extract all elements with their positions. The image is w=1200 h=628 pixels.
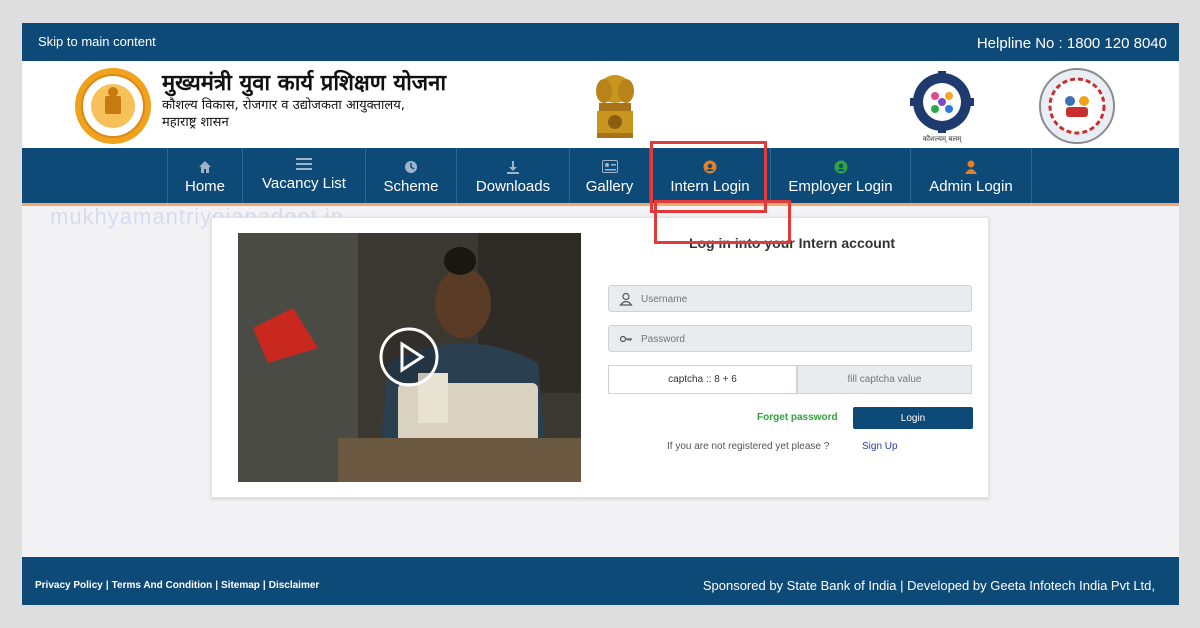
login-card: Log in into your Intern account captcha … xyxy=(211,217,989,498)
footer-separator: | xyxy=(105,580,109,591)
nav-vacancy-list[interactable]: Vacancy List xyxy=(242,148,365,203)
play-icon[interactable] xyxy=(379,327,439,387)
register-prompt: If you are not registered yet please ? xyxy=(667,441,830,452)
footer-links: Privacy Policy | Terms And Condition | Sitem… xyxy=(35,580,319,591)
user-circle-icon xyxy=(834,160,847,174)
national-emblem-logo xyxy=(596,75,634,138)
skill-department-logo xyxy=(1039,68,1115,144)
captcha-input[interactable] xyxy=(797,365,972,394)
nav-downloads-label: Downloads xyxy=(475,178,551,195)
list-icon xyxy=(296,158,312,170)
site-footer: Privacy Policy | Terms And Condition | Sitem… xyxy=(22,557,1179,605)
nav-home[interactable]: Home xyxy=(167,148,242,203)
nav-scheme-label: Scheme xyxy=(383,178,439,195)
nav-vacancy-list-label: Vacancy List xyxy=(262,175,346,192)
nav-home-label: Home xyxy=(184,178,225,195)
user-icon xyxy=(619,292,633,306)
page-frame: Skip to main content Helpline No : 1800 … xyxy=(22,23,1179,605)
skill-logo-caption: कौशल्यम् बलम् xyxy=(922,135,962,143)
terms-link[interactable]: Terms And Condition xyxy=(112,580,213,591)
scheme-icon xyxy=(405,161,417,173)
key-icon xyxy=(619,335,632,343)
department-name: कौशल्य विकास, रोजगार व उद्योजकता आयुक्ता… xyxy=(162,98,405,113)
main-navigation: Home Vacancy List Scheme Downloads Galle… xyxy=(22,148,1179,203)
sign-up-link[interactable]: Sign Up xyxy=(862,441,898,452)
sponsor-credit: Sponsored by State Bank of India | Devel… xyxy=(702,578,1155,593)
captcha-display: captcha :: 8 + 6 xyxy=(608,365,797,394)
footer-separator: | xyxy=(262,580,266,591)
nav-employer-login-label: Employer Login xyxy=(788,178,893,195)
promo-video[interactable] xyxy=(238,233,581,482)
gallery-icon xyxy=(601,160,618,173)
government-name: महाराष्ट्र शासन xyxy=(162,115,229,130)
scheme-title: मुख्यमंत्री युवा कार्य प्रशिक्षण योजना xyxy=(162,71,447,96)
forget-password-link[interactable]: Forget password xyxy=(757,412,838,423)
user-icon xyxy=(965,160,977,174)
skip-to-content-link[interactable]: Skip to main content xyxy=(38,34,156,49)
scheme-title-block: मुख्यमंत्री युवा कार्य प्रशिक्षण योजना क… xyxy=(162,71,446,131)
nav-gallery-label: Gallery xyxy=(585,178,634,195)
nav-downloads[interactable]: Downloads xyxy=(456,148,569,203)
password-input[interactable] xyxy=(639,326,963,353)
nav-employer-login[interactable]: Employer Login xyxy=(770,148,910,203)
footer-separator: | xyxy=(215,580,218,591)
username-input[interactable] xyxy=(639,286,963,313)
privacy-policy-link[interactable]: Privacy Policy xyxy=(35,580,103,591)
disclaimer-link[interactable]: Disclaimer xyxy=(269,580,320,591)
helpline-text: Helpline No : 1800 120 8040 xyxy=(976,35,1167,52)
login-button[interactable]: Login xyxy=(853,407,973,429)
nav-admin-login[interactable]: Admin Login xyxy=(910,148,1032,203)
download-icon xyxy=(507,161,519,174)
nav-gallery[interactable]: Gallery xyxy=(569,148,649,203)
password-field[interactable] xyxy=(608,325,972,353)
login-button-highlight-box xyxy=(654,200,791,244)
sitemap-link[interactable]: Sitemap xyxy=(221,580,260,591)
username-field[interactable] xyxy=(608,285,972,313)
skill-india-logo: कौशल्यम् बलम् xyxy=(906,71,978,147)
top-bar: Skip to main content Helpline No : 1800 … xyxy=(22,23,1179,61)
maharashtra-seal-logo xyxy=(75,68,151,144)
site-header: मुख्यमंत्री युवा कार्य प्रशिक्षण योजना क… xyxy=(22,61,1179,148)
nav-scheme[interactable]: Scheme xyxy=(365,148,456,203)
home-icon xyxy=(199,161,211,173)
nav-admin-login-label: Admin Login xyxy=(929,178,1013,195)
